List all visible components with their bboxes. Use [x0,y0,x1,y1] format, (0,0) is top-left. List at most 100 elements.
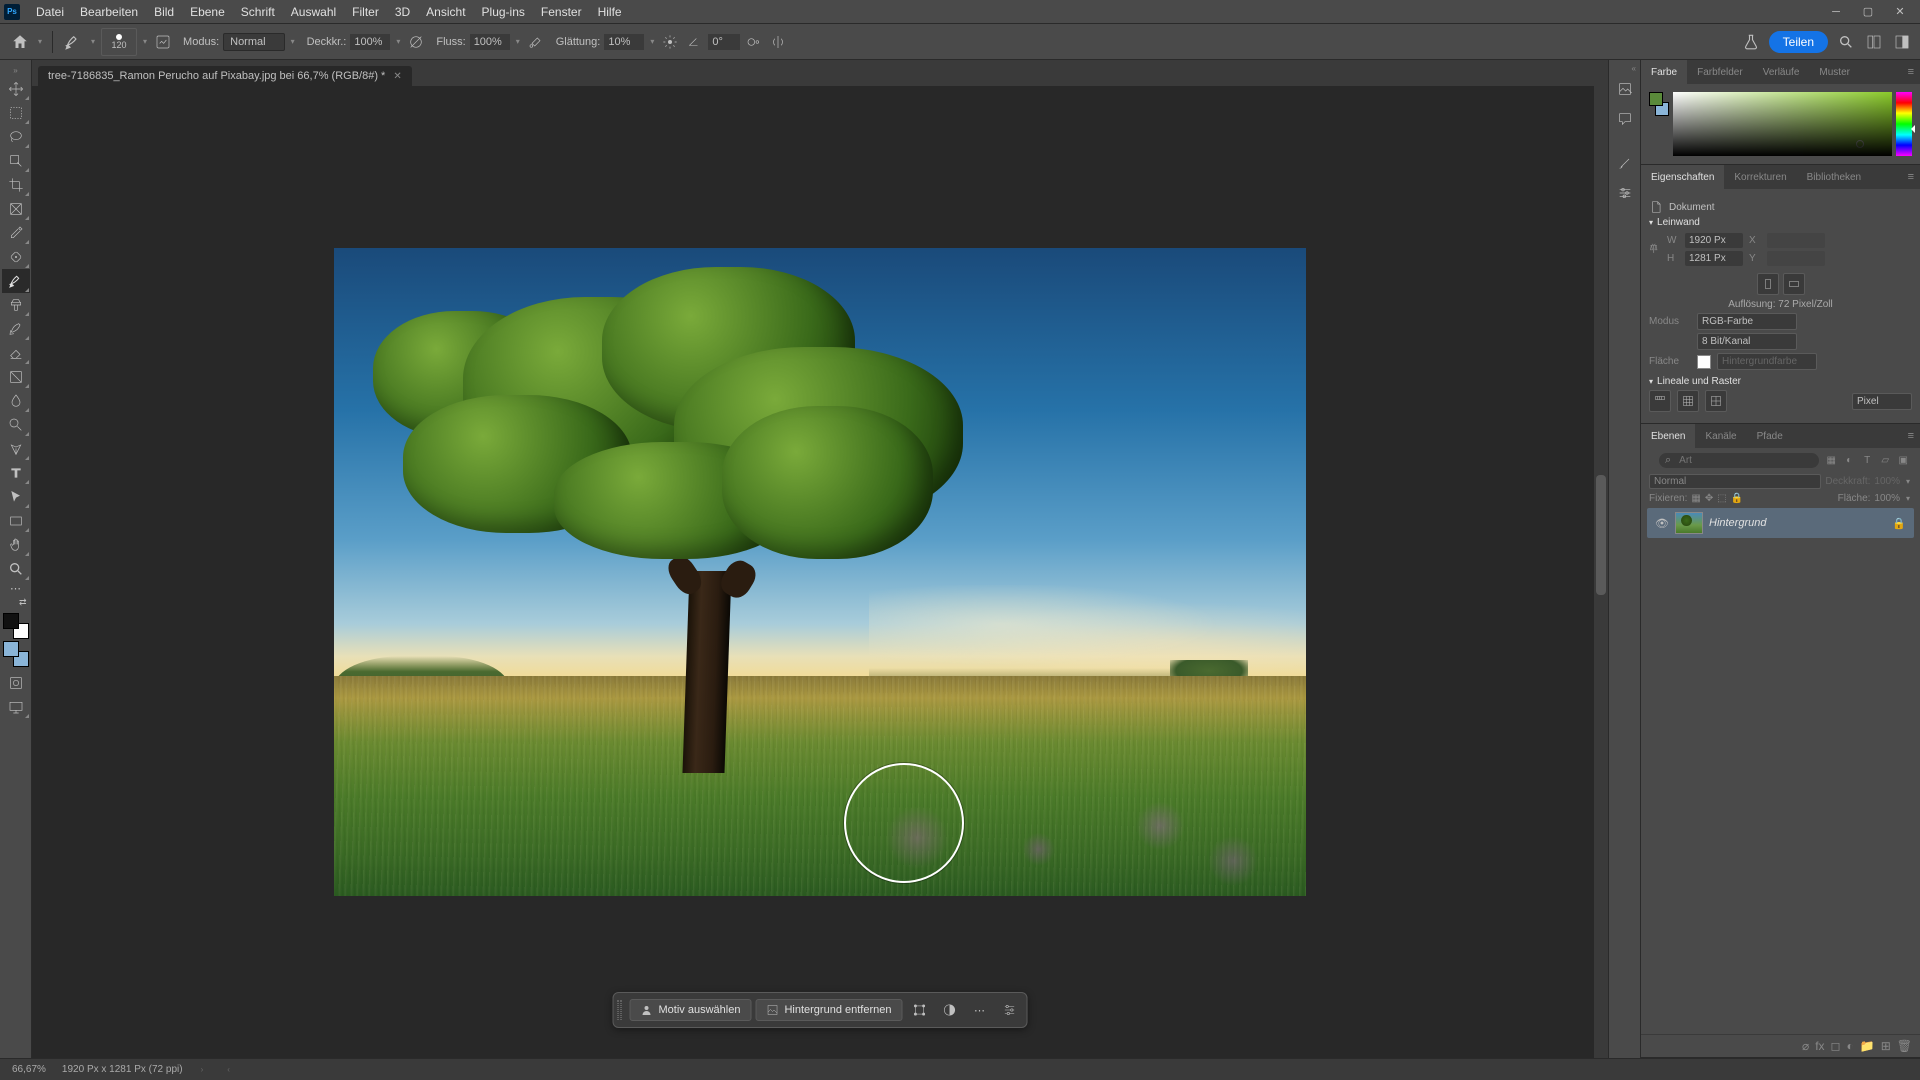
adjustment-layer-icon[interactable]: ◐ [1847,1039,1854,1053]
close-tab-icon[interactable]: ✕ [393,71,401,82]
bit-depth-select[interactable]: 8 Bit/Kanal [1697,333,1797,350]
menu-auswahl[interactable]: Auswahl [283,5,344,19]
selection-tool[interactable] [2,149,30,173]
swap-colors-icon[interactable]: ⇄ [2,595,30,609]
pen-tool[interactable] [2,437,30,461]
screen-mode-icon[interactable] [2,695,30,719]
opacity-pressure-icon[interactable] [406,32,426,52]
fill-swatch[interactable] [1697,355,1711,369]
zoom-tool[interactable] [2,557,30,581]
maximize-button[interactable]: ▢ [1852,2,1884,22]
gradient-tool[interactable] [2,365,30,389]
guides-button[interactable] [1705,390,1727,412]
tab-eigenschaften[interactable]: Eigenschaften [1641,165,1724,189]
zoom-level[interactable]: 66,67% [12,1064,46,1075]
comments-panel-icon[interactable] [1611,107,1639,131]
tab-muster[interactable]: Muster [1809,60,1860,84]
filter-shape-icon[interactable]: ▱ [1877,452,1893,468]
tab-farbe[interactable]: Farbe [1641,60,1687,84]
canvas-section-header[interactable]: ▾ Leinwand [1649,217,1912,228]
select-subject-button[interactable]: Motiv auswählen [630,999,752,1021]
tab-verlaufe[interactable]: Verläufe [1753,60,1810,84]
remove-background-button[interactable]: Hintergrund entfernen [755,999,902,1021]
menu-plugins[interactable]: Plug-ins [474,5,533,19]
x-input[interactable] [1767,233,1825,248]
rectangle-tool[interactable] [2,509,30,533]
menu-ansicht[interactable]: Ansicht [418,5,473,19]
home-button[interactable] [8,30,32,54]
delete-layer-icon[interactable]: 🗑 [1897,1039,1912,1053]
canvas[interactable] [334,248,1306,896]
filter-pixel-icon[interactable]: ▦ [1823,452,1839,468]
layer-opacity-value[interactable]: 100% [1874,476,1900,487]
y-input[interactable] [1767,251,1825,266]
frame-tool[interactable] [2,197,30,221]
drag-handle-icon[interactable] [618,1000,622,1020]
tab-farbfelder[interactable]: Farbfelder [1687,60,1753,84]
menu-ebene[interactable]: Ebene [182,5,233,19]
document-tab[interactable]: tree-7186835_Ramon Perucho auf Pixabay.j… [38,66,412,86]
dodge-tool[interactable] [2,413,30,437]
type-tool[interactable] [2,461,30,485]
chevron-right-icon[interactable]: › [199,1065,206,1074]
hue-slider[interactable] [1896,92,1912,156]
chevron-down-icon[interactable]: ▾ [648,37,656,46]
mask-fg-swatch[interactable] [3,641,19,657]
height-input[interactable] [1685,251,1743,266]
picker-swatches[interactable] [1649,92,1669,116]
landscape-orientation-button[interactable] [1783,273,1805,295]
menu-hilfe[interactable]: Hilfe [590,5,630,19]
filter-type-icon[interactable]: T [1859,452,1875,468]
chevron-down-icon[interactable]: ▾ [394,37,402,46]
brushes-panel-icon[interactable] [1611,151,1639,175]
brush-tool[interactable] [2,269,30,293]
grid-button[interactable] [1677,390,1699,412]
opacity-input[interactable] [350,34,390,50]
crop-tool[interactable] [2,173,30,197]
contextual-task-bar[interactable]: Motiv auswählen Hintergrund entfernen ⋯ [613,992,1028,1028]
color-picker[interactable] [1649,92,1912,156]
smoothing-options-icon[interactable] [660,32,680,52]
tab-pfade[interactable]: Pfade [1747,424,1793,448]
layer-mask-icon[interactable]: ◻ [1831,1039,1841,1053]
menu-3d[interactable]: 3D [387,5,418,19]
chevron-down-icon[interactable]: ▾ [289,37,297,46]
edit-toolbar-icon[interactable]: ⋯ [2,581,30,595]
more-icon[interactable]: ⋯ [966,997,992,1023]
layer-name-label[interactable]: Hintergrund [1709,517,1766,529]
width-input[interactable] [1685,233,1743,248]
lasso-tool[interactable] [2,125,30,149]
share-button[interactable]: Teilen [1769,31,1828,53]
saturation-brightness-box[interactable] [1673,92,1892,156]
path-selection-tool[interactable] [2,485,30,509]
workspace-icon[interactable] [1864,32,1884,52]
visibility-toggle-icon[interactable]: 👁 [1655,517,1669,530]
chevron-down-icon[interactable]: ▾ [89,37,97,46]
close-button[interactable]: ✕ [1884,2,1916,22]
menu-fenster[interactable]: Fenster [533,5,590,19]
healing-tool[interactable] [2,245,30,269]
layer-search-input[interactable] [1659,453,1819,468]
color-swatches[interactable] [3,613,29,639]
marquee-tool[interactable] [2,101,30,125]
menu-bearbeiten[interactable]: Bearbeiten [72,5,146,19]
panel-menu-icon[interactable]: ≡ [1902,430,1920,442]
adjustments-icon[interactable] [936,997,962,1023]
menu-bild[interactable]: Bild [146,5,182,19]
layer-locked-icon[interactable]: 🔒 [1892,517,1906,530]
lock-artboard-icon[interactable]: ⬚ [1717,493,1726,504]
menu-schrift[interactable]: Schrift [233,5,283,19]
lock-pixels-icon[interactable]: ▦ [1691,493,1700,504]
minimize-button[interactable]: ─ [1820,2,1852,22]
history-brush-tool[interactable] [2,317,30,341]
chevron-down-icon[interactable]: ▾ [141,37,149,46]
chevron-down-icon[interactable]: ▾ [36,37,44,46]
blend-mode-select[interactable]: Normal [223,33,284,51]
airbrush-icon[interactable] [526,32,546,52]
document-info[interactable]: 1920 Px x 1281 Px (72 ppi) [62,1064,183,1075]
chevron-down-icon[interactable]: ▾ [1904,494,1912,503]
portrait-orientation-button[interactable] [1757,273,1779,295]
tab-kanale[interactable]: Kanäle [1695,424,1746,448]
vertical-scrollbar[interactable] [1594,86,1608,1058]
collapse-icon[interactable]: » [0,64,31,77]
